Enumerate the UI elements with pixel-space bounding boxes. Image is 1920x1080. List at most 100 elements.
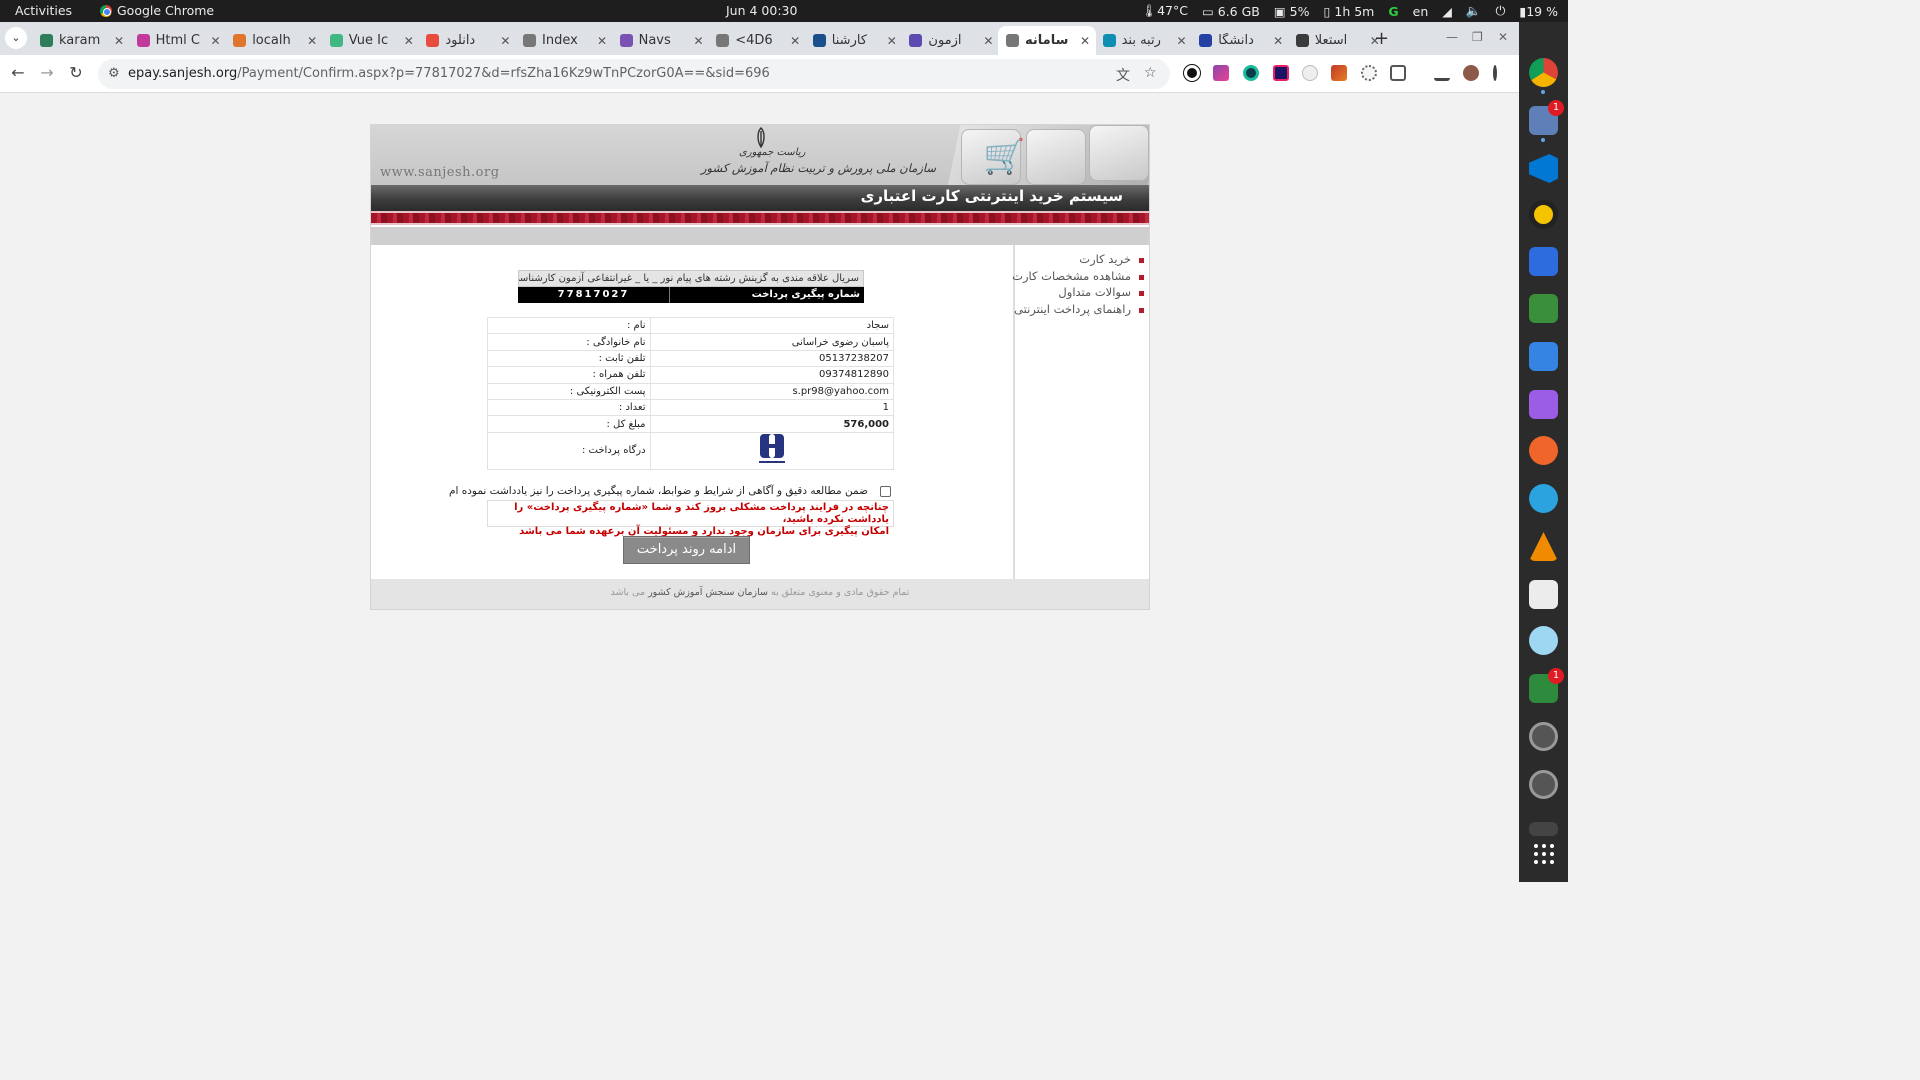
browser-tab[interactable]: آزمون ✕ (901, 26, 999, 55)
continue-payment-button[interactable]: ادامه روند پرداخت (623, 536, 750, 564)
browser-tab[interactable]: استعلا ✕ (1288, 26, 1386, 55)
vscode-dock-icon[interactable] (1529, 154, 1558, 183)
browser-tab[interactable]: Vue Ic ✕ (322, 26, 420, 55)
settings-dock-icon[interactable] (1529, 342, 1558, 371)
tab-close-icon[interactable]: ✕ (1177, 34, 1187, 48)
browser-tab[interactable]: karam ✕ (32, 26, 130, 55)
tracking-label: شماره پیگیری پرداخت (751, 289, 860, 300)
disk-indicator: ▣ 5% (1273, 3, 1310, 19)
extension-gear-icon[interactable] (1361, 65, 1377, 81)
browser-tab[interactable]: Index ✕ (515, 26, 613, 55)
tab-search-button[interactable]: ⌄ (5, 27, 27, 49)
footer-org-link[interactable]: سازمان سنجش آموزش کشور (648, 587, 768, 598)
sidebar-item-payment-guide[interactable]: راهنمای پرداخت اینترنتی (1014, 301, 1144, 318)
extension-color-icon[interactable] (1273, 65, 1289, 81)
reload-button[interactable]: ↻ (66, 63, 86, 83)
browser-tab[interactable]: Html C ✕ (129, 26, 227, 55)
language-indicator[interactable]: en (1413, 4, 1429, 19)
battery-indicator: ▮19 % (1519, 3, 1558, 19)
disk-2-dock-icon[interactable] (1529, 770, 1558, 799)
address-bar[interactable]: ⚙ epay.sanjesh.org/Payment/Confirm.aspx?… (98, 59, 1170, 89)
postman-dock-icon[interactable] (1529, 436, 1558, 465)
tab-close-icon[interactable]: ✕ (983, 34, 993, 48)
minimize-icon[interactable]: — (1446, 30, 1458, 44)
tab-close-icon[interactable]: ✕ (211, 34, 221, 48)
extension-gradient-icon[interactable] (1213, 65, 1229, 81)
close-window-icon[interactable]: ✕ (1498, 30, 1508, 44)
extension-circle-icon[interactable] (1184, 65, 1200, 81)
profile-avatar[interactable] (1463, 65, 1479, 81)
chrome-icon (100, 4, 112, 17)
payment-frame: 🛒 www.sanjesh.org ریاست جمهوری سازمان مل… (370, 124, 1150, 610)
browser-tab[interactable]: <4D6 ✕ (708, 26, 806, 55)
rhythmbox-dock-icon[interactable] (1529, 200, 1558, 229)
agreement-checkbox[interactable] (880, 486, 891, 497)
agreement-row: ضمن مطالعه دقیق و آگاهی از شرایط و ضوابط… (449, 485, 894, 499)
row-value: پاسبان رضوی خراسانی (649, 333, 895, 351)
sidebar-item-buy-card[interactable]: خرید کارت (1015, 251, 1144, 268)
browser-tab[interactable]: کارشنا ✕ (805, 26, 903, 55)
org-line-2: سازمان ملی پرورش و تربیت نظام آموزش کشور (701, 161, 937, 175)
back-button[interactable]: ← (8, 63, 28, 83)
browser-tab[interactable]: دانلود ✕ (418, 26, 516, 55)
grammarly-icon[interactable]: G (1388, 4, 1398, 19)
text-editor-dock-icon[interactable] (1529, 247, 1558, 276)
extension-manager-dock-icon[interactable] (1529, 294, 1558, 323)
downloads-icon[interactable] (1434, 65, 1450, 81)
anime-app-dock-icon[interactable] (1529, 626, 1558, 655)
translate-icon[interactable]: 文 (1116, 65, 1130, 85)
tab-close-icon[interactable]: ✕ (790, 34, 800, 48)
tab-close-icon[interactable]: ✕ (307, 34, 317, 48)
vlc-dock-icon[interactable] (1529, 532, 1558, 561)
chrome-dock-icon[interactable] (1529, 58, 1558, 94)
app-menu[interactable]: Google Chrome (100, 3, 214, 18)
status-area[interactable]: 🌡47°C ▭ 6.6 GB ▣ 5% ▯ 1h 5m G en ◢ 🔈 ⏻ ▮… (1141, 3, 1558, 19)
chrome-menu-icon[interactable] (1493, 65, 1497, 81)
calendar-dock-icon[interactable] (1529, 390, 1558, 419)
tab-close-icon[interactable]: ✕ (887, 34, 897, 48)
site-info-icon[interactable]: ⚙ (108, 66, 120, 81)
tab-title: سامانه (1025, 33, 1069, 48)
telegram-dock-icon[interactable] (1529, 484, 1558, 513)
browser-tab[interactable]: Navs ✕ (612, 26, 710, 55)
show-apps-icon[interactable] (1534, 844, 1554, 864)
tab-close-icon[interactable]: ✕ (597, 34, 607, 48)
tab-close-icon[interactable]: ✕ (1273, 34, 1283, 48)
activities-button[interactable]: Activities (15, 3, 72, 18)
browser-tab[interactable]: رتبه بند ✕ (1095, 26, 1193, 55)
tab-close-icon[interactable]: ✕ (1080, 34, 1090, 48)
disk-dock-icon[interactable] (1529, 722, 1558, 751)
row-label: مبلغ کل : (487, 415, 651, 433)
download-manager-dock-icon[interactable]: 1 (1529, 668, 1564, 703)
browser-tab[interactable]: دانشگا ✕ (1191, 26, 1289, 55)
browser-toolbar: ← → ↻ ⚙ epay.sanjesh.org/Payment/Confirm… (0, 55, 1519, 93)
tab-close-icon[interactable]: ✕ (404, 34, 414, 48)
drive-dock-icon[interactable] (1529, 822, 1558, 836)
row-label: تلفن ثابت : (487, 349, 651, 368)
tab-strip: ⌄ karam ✕ Html C ✕ localh ✕ Vue Ic ✕ دانلود ✕ Inde… (0, 22, 1519, 55)
new-tab-button[interactable]: + (1374, 28, 1389, 49)
clock[interactable]: Jun 4 00:30 (726, 3, 797, 18)
extension-pen-icon[interactable] (1331, 65, 1347, 81)
document-viewer-dock-icon[interactable] (1529, 580, 1558, 609)
browser-tab[interactable]: سامانه ✕ (998, 26, 1096, 55)
maximize-icon[interactable]: ❐ (1472, 30, 1483, 44)
extensions-puzzle-icon[interactable] (1390, 65, 1406, 81)
tab-close-icon[interactable]: ✕ (114, 34, 124, 48)
bookmark-star-icon[interactable]: ☆ (1144, 65, 1157, 81)
iran-emblem-icon (757, 127, 765, 149)
sidebar-item-view-card[interactable]: مشاهده مشخصات کارت (1012, 268, 1144, 285)
row-value: 05137238207 (649, 349, 895, 368)
forward-button[interactable]: → (37, 63, 57, 83)
browser-tab[interactable]: localh ✕ (225, 26, 323, 55)
sidebar-item-faq[interactable]: سوالات متداول (1015, 284, 1144, 301)
saderat-bank-icon[interactable] (758, 433, 785, 468)
extension-teal-icon[interactable] (1243, 65, 1259, 81)
files-dock-icon[interactable]: 1 (1529, 100, 1564, 142)
extension-compass-icon[interactable] (1302, 65, 1318, 81)
tab-close-icon[interactable]: ✕ (500, 34, 510, 48)
tab-close-icon[interactable]: ✕ (694, 34, 704, 48)
url-text[interactable]: epay.sanjesh.org/Payment/Confirm.aspx?p=… (128, 66, 770, 81)
customer-info-table: نام : سجاد نام خانوادگی : پاسبان رضوی خراسا… (487, 316, 895, 470)
footer-text-post: می باشد (610, 587, 646, 598)
